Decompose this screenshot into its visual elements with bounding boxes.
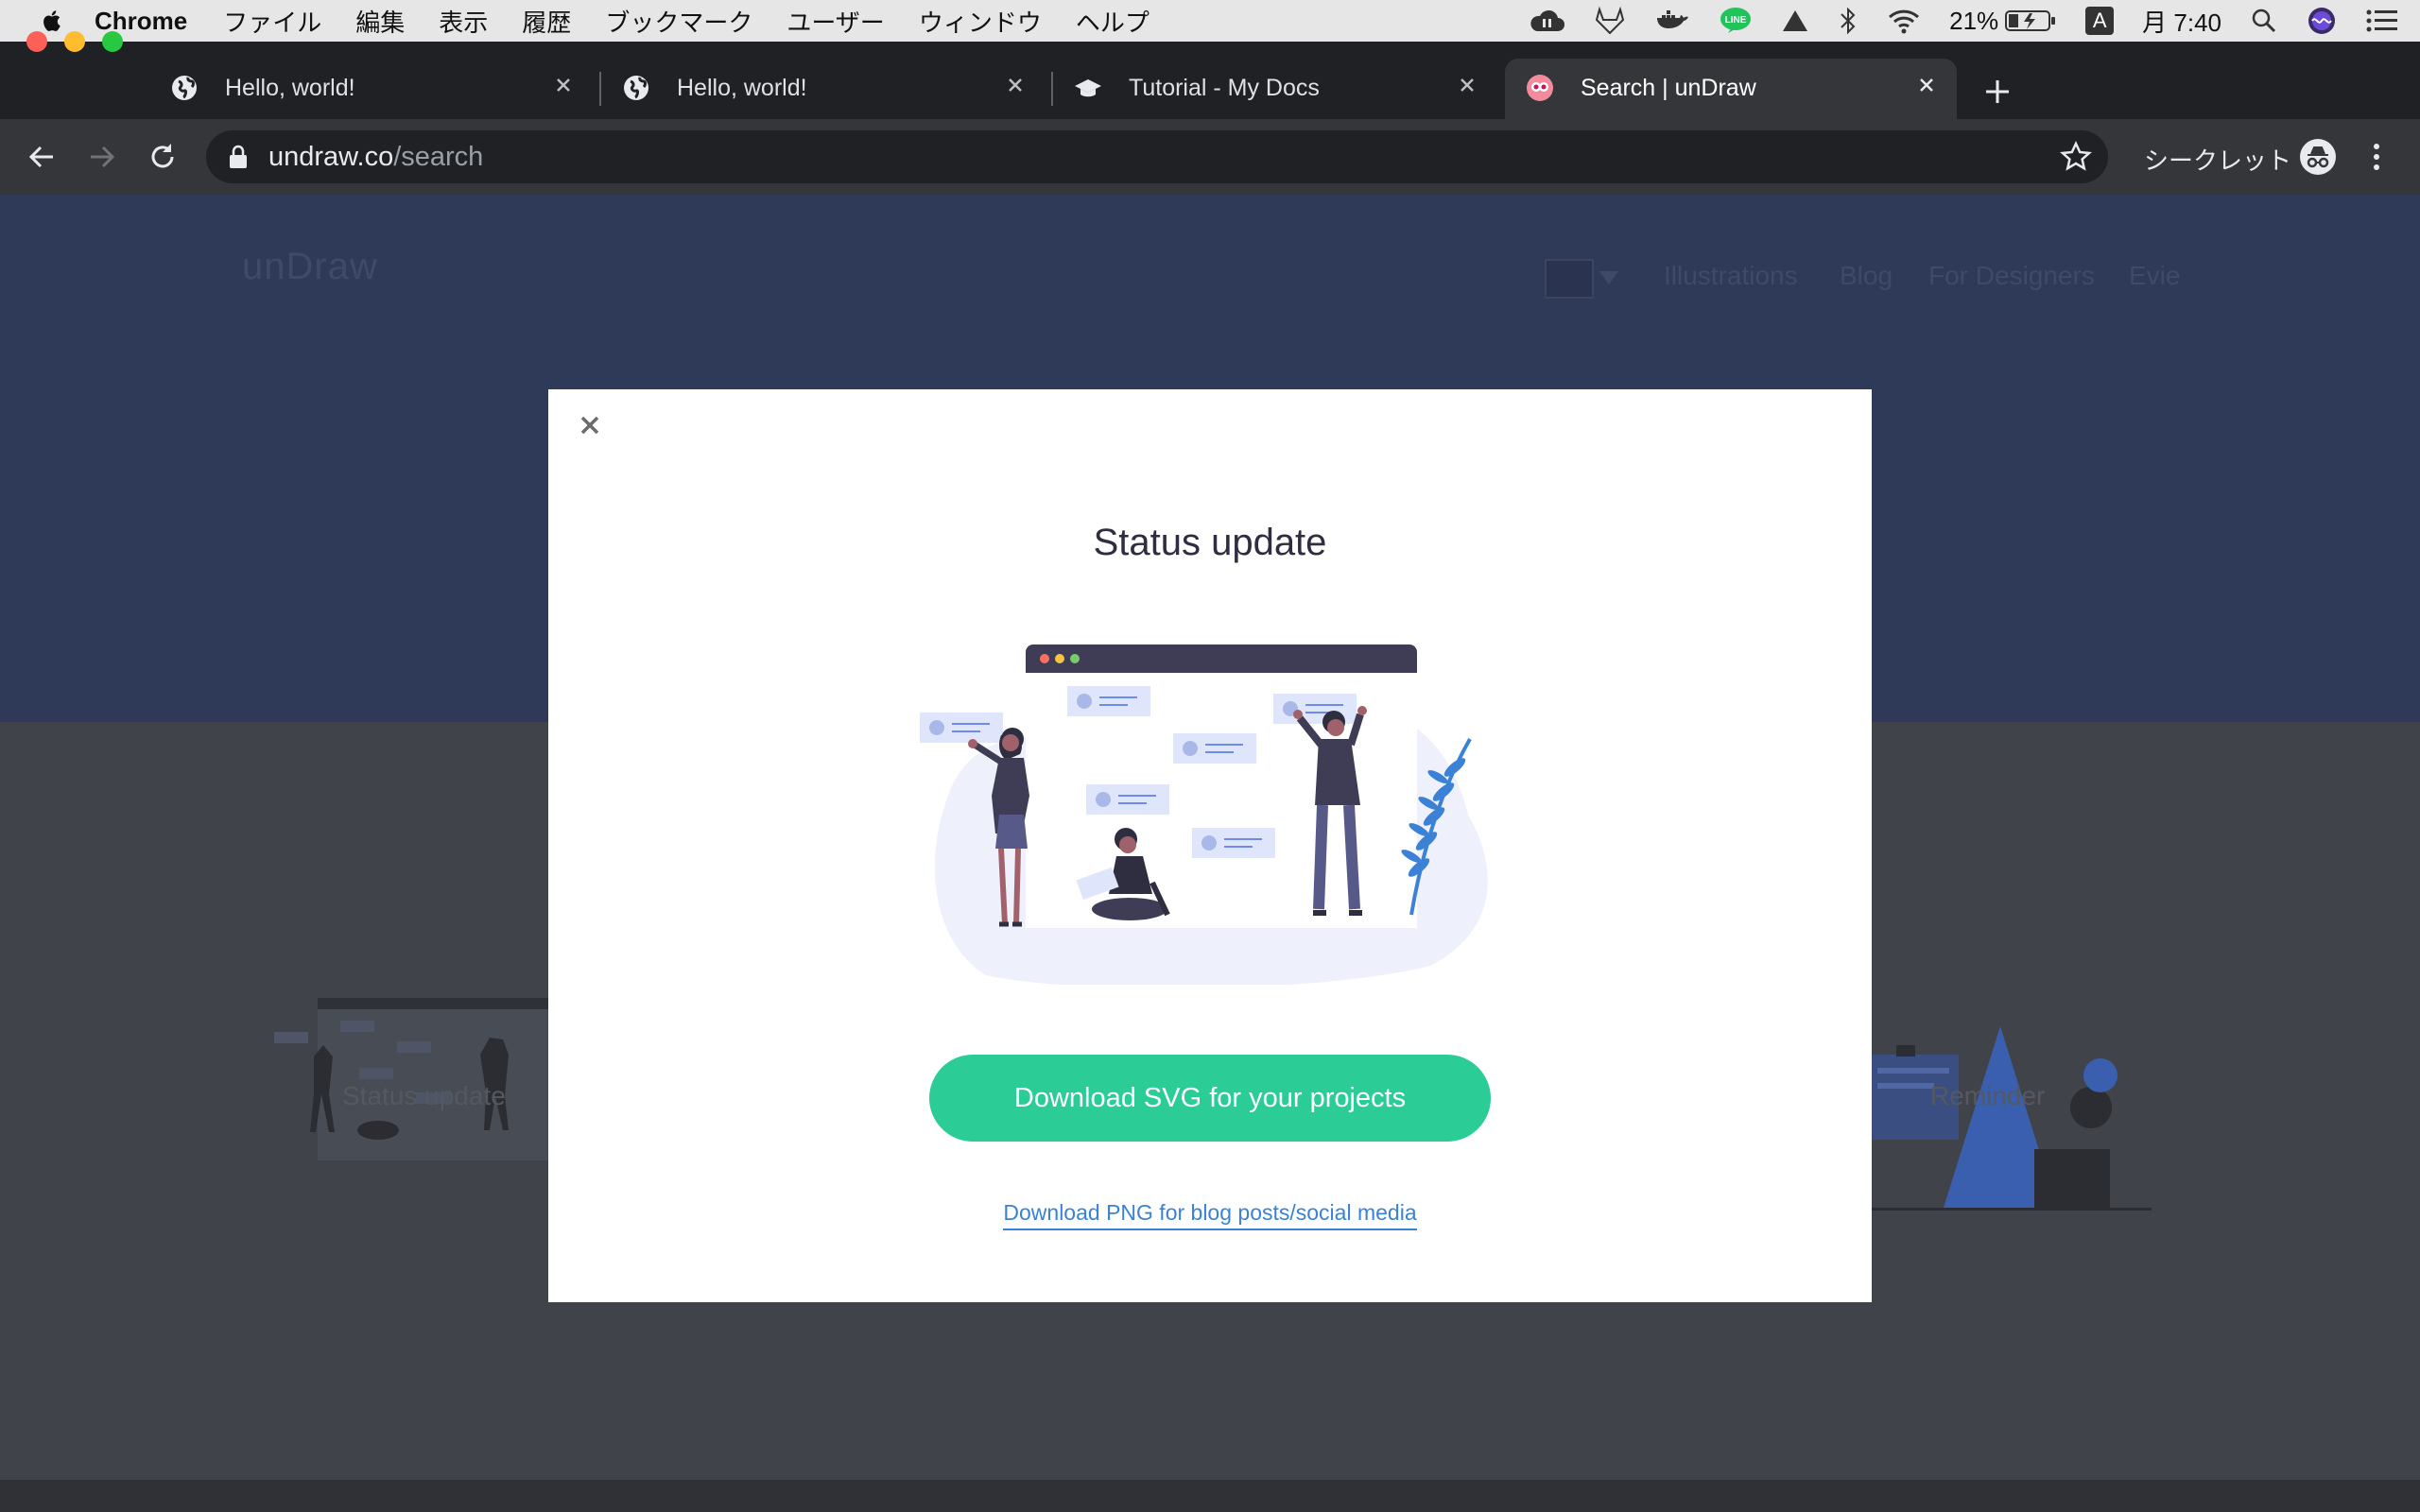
close-tab-icon[interactable] xyxy=(1002,72,1028,98)
menu-edit[interactable]: 編集 xyxy=(355,4,405,39)
nav-illustrations[interactable]: Illustrations xyxy=(1664,261,1798,291)
modal-title: Status update xyxy=(1093,522,1327,563)
site-logo[interactable]: unDraw xyxy=(242,246,378,288)
cloud-icon[interactable] xyxy=(1528,7,1565,35)
incognito-icon[interactable] xyxy=(2299,138,2337,176)
card-illustration-reminder[interactable] xyxy=(1868,1007,2152,1244)
tab-title: Hello, world! xyxy=(677,75,807,101)
tab-title: Hello, world! xyxy=(225,75,355,101)
undraw-favicon-icon xyxy=(1527,75,1553,101)
notification-center-icon[interactable] xyxy=(2365,8,2399,34)
wifi-icon[interactable] xyxy=(1887,7,1921,35)
background-status-bar xyxy=(0,1480,2420,1512)
close-window-button[interactable] xyxy=(26,31,47,52)
spotlight-search-icon[interactable] xyxy=(2250,7,2278,35)
graduation-cap-icon xyxy=(1075,79,1101,97)
chevron-down-icon[interactable] xyxy=(1598,268,1620,287)
chrome-menu-icon[interactable] xyxy=(2363,138,2390,176)
download-svg-button[interactable]: Download SVG for your projects xyxy=(929,1055,1491,1142)
nav-for-designers[interactable]: For Designers xyxy=(1928,261,2095,291)
forward-button[interactable] xyxy=(85,140,119,174)
line-app-icon[interactable]: LINE xyxy=(1719,7,1753,35)
lock-icon[interactable] xyxy=(227,144,250,170)
macos-menu-bar: Chrome ファイル 編集 表示 履歴 ブックマーク ユーザー ウィンドウ ヘ… xyxy=(0,0,2420,42)
gitlab-fox-icon[interactable] xyxy=(1594,7,1626,35)
url-path: /search xyxy=(393,142,484,172)
minimize-window-button[interactable] xyxy=(64,31,85,52)
bookmark-star-icon[interactable] xyxy=(2059,140,2093,174)
siri-icon[interactable] xyxy=(2307,6,2337,36)
zoom-window-button[interactable] xyxy=(102,31,123,52)
globe-icon xyxy=(172,76,197,100)
menu-people[interactable]: ユーザー xyxy=(786,4,884,39)
tab-title: Search | unDraw xyxy=(1581,75,1756,101)
docker-icon[interactable] xyxy=(1654,7,1690,35)
close-tab-icon[interactable] xyxy=(550,72,577,98)
input-source-indicator[interactable]: A xyxy=(2085,7,2115,35)
download-png-link-wrapper: Download PNG for blog posts/social media xyxy=(548,1200,1872,1230)
nav-evie[interactable]: Evie xyxy=(2129,261,2180,291)
triangle-app-icon[interactable] xyxy=(1781,7,1809,35)
menu-bookmarks[interactable]: ブックマーク xyxy=(605,4,752,39)
battery-charging-icon[interactable] xyxy=(2004,8,2057,34)
nav-blog[interactable]: Blog xyxy=(1840,261,1893,291)
status-menus: LINE 21% A 月 7:40 xyxy=(1499,0,2420,42)
accent-color-picker[interactable] xyxy=(1545,259,1594,299)
menu-history[interactable]: 履歴 xyxy=(522,4,571,39)
incognito-label[interactable]: シークレット xyxy=(2144,142,2291,177)
illustration-modal: Status update Download SVG for your proj… xyxy=(548,389,1872,1302)
card-title-status-update[interactable]: Status update xyxy=(342,1081,506,1111)
menu-view[interactable]: 表示 xyxy=(439,4,488,39)
new-tab-button[interactable] xyxy=(1981,76,2014,108)
card-title-reminder[interactable]: Reminder xyxy=(1930,1081,2045,1111)
menu-help[interactable]: ヘルプ xyxy=(1076,4,1150,39)
close-tab-icon[interactable] xyxy=(1454,72,1480,98)
menu-window[interactable]: ウィンドウ xyxy=(919,4,1042,39)
url-text[interactable]: undraw.co/search xyxy=(268,142,483,173)
tab-tutorial-docs[interactable]: Tutorial - My Docs xyxy=(1053,59,1497,119)
svg-text:LINE: LINE xyxy=(1725,15,1747,26)
status-update-illustration xyxy=(920,644,1488,985)
reload-button[interactable] xyxy=(146,140,180,174)
address-bar[interactable] xyxy=(206,130,2108,183)
back-button[interactable] xyxy=(25,140,59,174)
close-icon[interactable] xyxy=(571,406,609,444)
globe-icon xyxy=(624,76,648,100)
menu-clock[interactable]: 月 7:40 xyxy=(2142,4,2221,39)
battery-percent: 21% xyxy=(1949,6,1999,35)
url-host: undraw.co xyxy=(268,142,394,172)
bluetooth-icon[interactable] xyxy=(1838,6,1858,36)
tab-hello-world-2[interactable]: Hello, world! xyxy=(601,59,1046,119)
apple-logo-icon[interactable] xyxy=(40,7,66,35)
tab-undraw-search[interactable]: Search | unDraw xyxy=(1505,59,1957,119)
tab-title: Tutorial - My Docs xyxy=(1129,75,1320,101)
close-tab-icon[interactable] xyxy=(1913,72,1940,98)
tab-hello-world-1[interactable]: Hello, world! xyxy=(149,59,594,119)
menu-file[interactable]: ファイル xyxy=(223,4,321,39)
download-png-link[interactable]: Download PNG for blog posts/social media xyxy=(1003,1200,1417,1230)
